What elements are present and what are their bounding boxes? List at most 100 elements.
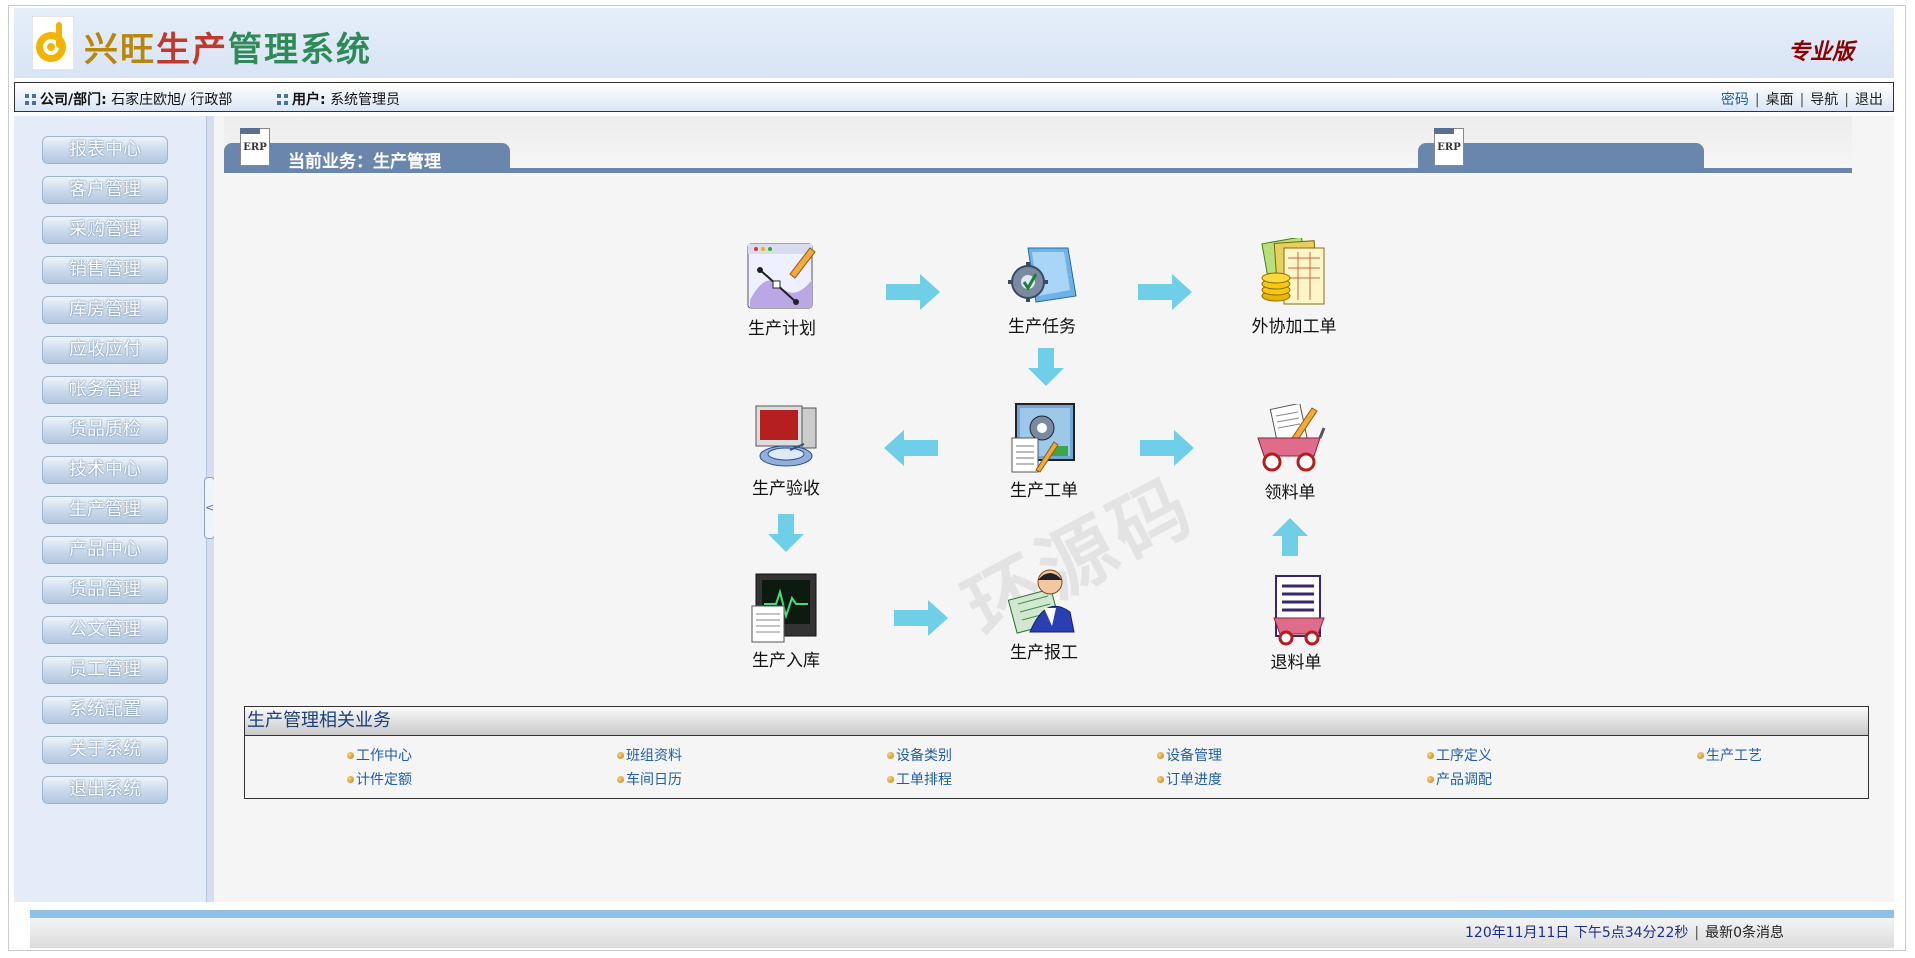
- main-content: 当前业务：生产管理 ERP ERP 环源码 生产计划 生产任务 外协加工单 生产…: [214, 116, 1894, 902]
- related-link-equipment[interactable]: 设备管理: [1157, 745, 1222, 765]
- arrow-down-icon: [1028, 348, 1064, 386]
- arrow-right-icon: [1138, 274, 1192, 310]
- production-acceptance-icon: [750, 400, 822, 472]
- app-title-part1: 兴旺: [84, 30, 156, 70]
- flow-label-requisition: 领料单: [1264, 483, 1316, 503]
- logo-g-icon: [31, 15, 75, 71]
- sidebar-item-about[interactable]: 关于系统: [42, 736, 168, 764]
- user-value: 系统管理员: [330, 92, 401, 108]
- footer-datetime: 120年11月11日 下午5点34分22秒: [1465, 925, 1689, 941]
- flow-label-report: 生产报工: [1010, 643, 1078, 663]
- sidebar-item-goods[interactable]: 货品管理: [42, 576, 168, 604]
- arrow-left-icon: [884, 430, 938, 466]
- company-value: 石家庄欧旭/ 行政部: [111, 92, 233, 108]
- related-link-product-allocation[interactable]: 产品调配: [1427, 769, 1492, 789]
- app-title: 兴旺生产管理系统: [84, 22, 372, 71]
- arrow-right-icon: [894, 600, 948, 636]
- sidebar-item-warehouse[interactable]: 库房管理: [42, 296, 168, 324]
- footer-messages[interactable]: 最新0条消息: [1705, 925, 1784, 941]
- logout-link[interactable]: 退出: [1855, 92, 1883, 108]
- flow-node-acceptance[interactable]: 生产验收: [726, 400, 846, 499]
- separator: |: [1799, 92, 1805, 108]
- current-business-label: 当前业务：生产管理: [288, 152, 441, 172]
- arrow-right-icon: [886, 274, 940, 310]
- flow-label-return: 退料单: [1270, 653, 1322, 673]
- material-return-icon: [1260, 574, 1332, 646]
- user-info: 用户: 系统管理员: [277, 89, 400, 109]
- navigation-link[interactable]: 导航: [1810, 92, 1838, 108]
- arrow-up-icon: [1272, 518, 1308, 556]
- footer-accent-bar: [30, 910, 1894, 918]
- related-link-piece-rate[interactable]: 计件定额: [347, 769, 412, 789]
- material-requisition-icon: [1254, 402, 1326, 476]
- arrow-right-icon: [1140, 430, 1194, 466]
- flow-label-task: 生产任务: [1008, 317, 1076, 337]
- sidebar-item-purchase[interactable]: 采购管理: [42, 216, 168, 244]
- flow-node-requisition[interactable]: 领料单: [1230, 402, 1350, 503]
- outsource-order-icon: [1258, 236, 1330, 310]
- related-business-panel: 生产管理相关业务 工作中心 班组资料 设备类别 设备管理 工序定义 生产工艺 计…: [244, 706, 1869, 799]
- sidebar-item-tech-center[interactable]: 技术中心: [42, 456, 168, 484]
- related-link-production-craft[interactable]: 生产工艺: [1697, 745, 1762, 765]
- flow-node-task[interactable]: 生产任务: [982, 238, 1102, 337]
- flow-node-return[interactable]: 退料单: [1236, 574, 1356, 673]
- production-warehousing-icon: [750, 572, 822, 644]
- app-title-part2: 生产: [156, 30, 228, 70]
- sidebar-item-sales[interactable]: 销售管理: [42, 256, 168, 284]
- sidebar-item-system-config[interactable]: 系统配置: [42, 696, 168, 724]
- flow-node-outsource[interactable]: 外协加工单: [1234, 236, 1354, 337]
- edition-badge: 专业版: [1787, 39, 1854, 65]
- sidebar-item-customer[interactable]: 客户管理: [42, 176, 168, 204]
- erp-document-icon: ERP: [1434, 128, 1464, 166]
- app-title-part3: 管理系统: [228, 30, 372, 70]
- sidebar-item-report-center[interactable]: 报表中心: [42, 136, 168, 164]
- production-plan-icon: [746, 240, 818, 312]
- desktop-link[interactable]: 桌面: [1766, 92, 1794, 108]
- flow-node-workorder[interactable]: 生产工单: [984, 402, 1104, 501]
- related-link-equipment-category[interactable]: 设备类别: [887, 745, 952, 765]
- sidebar-item-quality[interactable]: 货品质检: [42, 416, 168, 444]
- flow-label-plan: 生产计划: [748, 319, 816, 339]
- sidebar-item-receivable-payable[interactable]: 应收应付: [42, 336, 168, 364]
- separator: |: [1754, 92, 1760, 108]
- production-report-icon: [1007, 564, 1080, 636]
- flow-node-plan[interactable]: 生产计划: [722, 240, 842, 339]
- arrow-down-icon: [768, 514, 804, 552]
- flow-node-warehousing[interactable]: 生产入库: [726, 572, 846, 671]
- sidebar-item-accounts[interactable]: 帐务管理: [42, 376, 168, 404]
- user-label: 用户:: [292, 92, 326, 108]
- flow-label-warehousing: 生产入库: [752, 651, 820, 671]
- company-info: 公司/部门: 石家庄欧旭/ 行政部: [25, 89, 232, 109]
- footer-status: 120年11月11日 下午5点34分22秒 | 最新0条消息: [1465, 922, 1784, 942]
- flow-label-outsource: 外协加工单: [1251, 317, 1337, 337]
- business-tab-bar: 当前业务：生产管理 ERP ERP: [224, 116, 1852, 176]
- related-link-order-progress[interactable]: 订单进度: [1157, 769, 1222, 789]
- related-business-title: 生产管理相关业务: [245, 707, 1868, 736]
- sidebar-item-documents[interactable]: 公文管理: [42, 616, 168, 644]
- flow-label-workorder: 生产工单: [1010, 481, 1078, 501]
- info-bar: 公司/部门: 石家庄欧旭/ 行政部 用户: 系统管理员 密码 | 桌面 | 导航 | 退出: [14, 82, 1894, 112]
- password-link[interactable]: 密码: [1721, 92, 1749, 108]
- company-label: 公司/部门:: [40, 92, 107, 108]
- related-link-process-definition[interactable]: 工序定义: [1427, 745, 1492, 765]
- flow-node-report[interactable]: 生产报工: [984, 564, 1104, 663]
- grid-icon: [25, 94, 36, 105]
- separator: |: [1844, 92, 1849, 108]
- app-header: 兴旺生产管理系统 专业版: [14, 8, 1894, 78]
- sidebar-item-production[interactable]: 生产管理: [42, 496, 168, 524]
- production-task-icon: [1006, 238, 1078, 310]
- related-link-team[interactable]: 班组资料: [617, 745, 682, 765]
- related-link-work-center[interactable]: 工作中心: [347, 745, 412, 765]
- top-links: 密码 | 桌面 | 导航 | 退出: [1721, 89, 1883, 109]
- production-workorder-icon: [1008, 402, 1080, 474]
- sidebar-item-product-center[interactable]: 产品中心: [42, 536, 168, 564]
- sidebar-item-exit[interactable]: 退出系统: [42, 776, 168, 804]
- related-link-workshop-calendar[interactable]: 车间日历: [617, 769, 682, 789]
- sidebar-item-employees[interactable]: 员工管理: [42, 656, 168, 684]
- related-link-workorder-scheduling[interactable]: 工单排程: [887, 769, 952, 789]
- status-footer: 120年11月11日 下午5点34分22秒 | 最新0条消息: [30, 918, 1894, 948]
- separator: |: [1694, 925, 1700, 941]
- flow-label-acceptance: 生产验收: [752, 479, 820, 499]
- grid-icon: [277, 94, 288, 105]
- erp-document-icon: ERP: [240, 128, 270, 166]
